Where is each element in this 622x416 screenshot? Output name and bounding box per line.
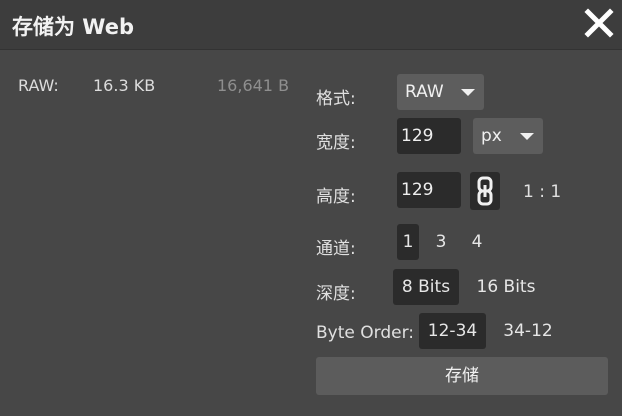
format-select-value: RAW	[405, 82, 444, 102]
unit-select[interactable]: px	[473, 118, 543, 154]
byte-order-option-34-12[interactable]: 34-12	[495, 313, 561, 349]
width-input[interactable]: 129	[397, 118, 461, 154]
format-info-label: RAW:	[18, 76, 59, 95]
channel-option-4[interactable]: 4	[466, 224, 488, 260]
link-chain-icon	[477, 176, 493, 206]
height-input[interactable]: 129	[397, 172, 461, 208]
byte-order-option-12-34[interactable]: 12-34	[419, 313, 486, 349]
dialog-titlebar: 存储为 Web	[0, 0, 622, 50]
height-label: 高度:	[316, 187, 356, 207]
close-icon	[584, 8, 614, 38]
close-button[interactable]	[580, 2, 618, 42]
depth-option-8bits[interactable]: 8 Bits	[393, 269, 459, 305]
byte-order-label: Byte Order:	[316, 323, 414, 343]
chevron-down-icon	[461, 89, 475, 96]
dialog-title: 存储为 Web	[12, 15, 135, 39]
depth-option-16bits[interactable]: 16 Bits	[470, 269, 542, 305]
chevron-down-icon	[520, 133, 534, 140]
save-button[interactable]: 存储	[316, 357, 608, 395]
channel-option-3[interactable]: 3	[430, 224, 452, 260]
format-select[interactable]: RAW	[397, 74, 484, 110]
unit-select-value: px	[481, 126, 502, 146]
channels-label: 通道:	[316, 239, 356, 259]
link-aspect-button[interactable]	[470, 172, 500, 210]
file-size-kb: 16.3 KB	[93, 76, 156, 95]
depth-label: 深度:	[316, 284, 356, 304]
aspect-ratio-text: 1 : 1	[523, 182, 562, 202]
file-size-bytes: 16,641 B	[217, 76, 290, 95]
format-label: 格式:	[316, 89, 356, 109]
channel-option-1[interactable]: 1	[397, 224, 419, 260]
width-label: 宽度:	[316, 133, 356, 153]
